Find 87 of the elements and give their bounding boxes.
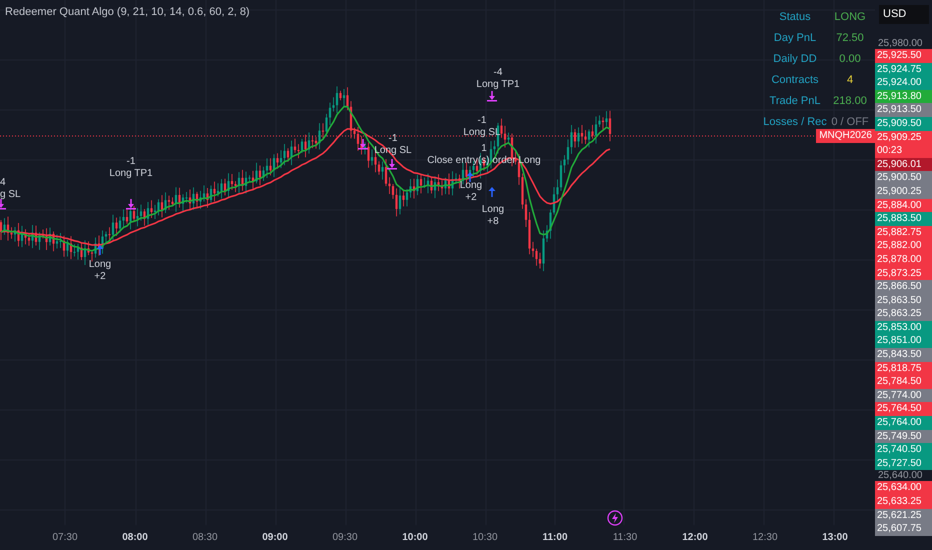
stat-value: 72.50 (835, 31, 865, 45)
price-tag: 25,906.01 (875, 158, 932, 172)
price-tag: 25,883.50 (875, 212, 932, 226)
stat-value: LONG (833, 10, 867, 24)
arrow-up-icon (488, 187, 496, 197)
price-tick: 25,640.00 (877, 470, 924, 482)
signal-quantity: 4 (0, 177, 6, 189)
price-tag: 25,863.25 (875, 307, 932, 321)
time-label: 10:30 (471, 532, 499, 543)
time-label: 12:30 (751, 532, 779, 543)
price-tag: 25,843.50 (875, 348, 932, 362)
stat-label: Status (778, 10, 812, 24)
price-tag: 25,607.75 (875, 522, 932, 536)
stat-label: Daily DD (772, 52, 818, 66)
arrow-down-icon (387, 159, 397, 170)
price-tag: 25,633.25 (875, 495, 932, 509)
signal-quantity: +8 (487, 216, 499, 228)
time-label: 08:30 (191, 532, 219, 543)
indicator-title: Redeemer Quant Algo (9, 21, 10, 14, 0.6, 60, 2, 8) (5, 6, 250, 18)
price-tag: 25,884.00 (875, 198, 932, 212)
time-label: 10:00 (401, 532, 429, 543)
price-tag: 25,774.00 (875, 388, 932, 402)
time-label: 07:30 (51, 532, 79, 543)
signal-label: g SL (0, 189, 21, 201)
price-tag: 25,900.50 (875, 171, 932, 185)
price-tick: 25,980.00 (877, 38, 924, 49)
price-tag: 25,882.75 (875, 226, 932, 240)
symbol-tag: MNQH2026 (816, 129, 875, 143)
time-label: 11:00 (541, 532, 569, 543)
stat-value: 0 / OFF (830, 115, 870, 129)
arrow-down-icon (487, 91, 497, 102)
price-tag: 25,727.50 (875, 456, 932, 470)
price-tag: 25,621.25 (875, 508, 932, 522)
price-tag: 25,634.00 (875, 481, 932, 495)
price-tag: 25,764.00 (875, 416, 932, 430)
arrow-up-icon (96, 245, 104, 255)
time-label: 08:00 (121, 532, 149, 543)
price-tag: 25,784.50 (875, 375, 932, 389)
arrow-down-icon (0, 199, 6, 210)
price-tag: 25,853.00 (875, 320, 932, 334)
signal-label: Long TP1 (109, 168, 153, 180)
signal-quantity: -4 (494, 67, 502, 79)
price-tag: 25,900.25 (875, 184, 932, 199)
price-tag: 25,740.50 (875, 443, 932, 457)
time-label: 12:00 (681, 532, 709, 543)
arrow-up-icon (466, 172, 474, 182)
price-tag: 25,909.25 00:23 (875, 130, 932, 158)
signal-quantity: -1 (126, 156, 136, 168)
stat-label: Trade PnL (768, 94, 822, 108)
signal-quantity: +2 (465, 192, 477, 204)
time-label: 09:00 (261, 532, 289, 543)
time-label: 13:00 (821, 532, 849, 543)
price-tag: 25,924.00 (875, 76, 932, 90)
signal-label: Long (482, 204, 504, 216)
signal-quantity: 1 (481, 143, 487, 155)
signal-quantity: +2 (94, 271, 106, 283)
arrow-down-icon (358, 139, 368, 150)
signal-quantity: -1 (388, 133, 398, 145)
price-tag: 25,909.50 (875, 116, 932, 131)
signal-label: Long TP1 (476, 79, 520, 91)
signal-quantity: -1 (478, 115, 486, 127)
time-label: 09:30 (331, 532, 359, 543)
price-tag: 25,851.00 (875, 334, 932, 348)
time-label: 11:30 (612, 532, 638, 543)
price-tag: 25,925.50 (875, 49, 932, 63)
arrow-down-icon (126, 199, 136, 210)
price-tag: 25,878.00 (875, 252, 932, 266)
stat-label: Losses / Rec (763, 115, 827, 129)
price-tag: 25,764.50 (875, 402, 932, 416)
currency-button[interactable]: USD (879, 5, 929, 24)
signal-label: Long (88, 259, 112, 271)
price-tag: 25,818.75 (875, 362, 932, 376)
stat-label: Contracts (770, 73, 820, 87)
lightning-icon (607, 510, 623, 526)
stat-value: 218.00 (832, 94, 868, 108)
stat-value: 0.00 (838, 52, 862, 66)
price-tag: 25,749.50 (875, 430, 932, 444)
price-tag: 25,882.00 (875, 239, 932, 253)
price-tag: 25,873.25 (875, 266, 932, 280)
price-tag: 25,913.50 (875, 103, 932, 117)
price-tag: 25,866.50 (875, 280, 932, 294)
signal-label: Long (460, 180, 482, 192)
price-tag: 25,924.75 (875, 62, 932, 76)
price-tag: 25,913.80 (875, 90, 932, 104)
stat-label: Day PnL (772, 31, 818, 45)
stat-value: 4 (846, 73, 854, 87)
price-tag: 25,863.50 (875, 294, 932, 308)
